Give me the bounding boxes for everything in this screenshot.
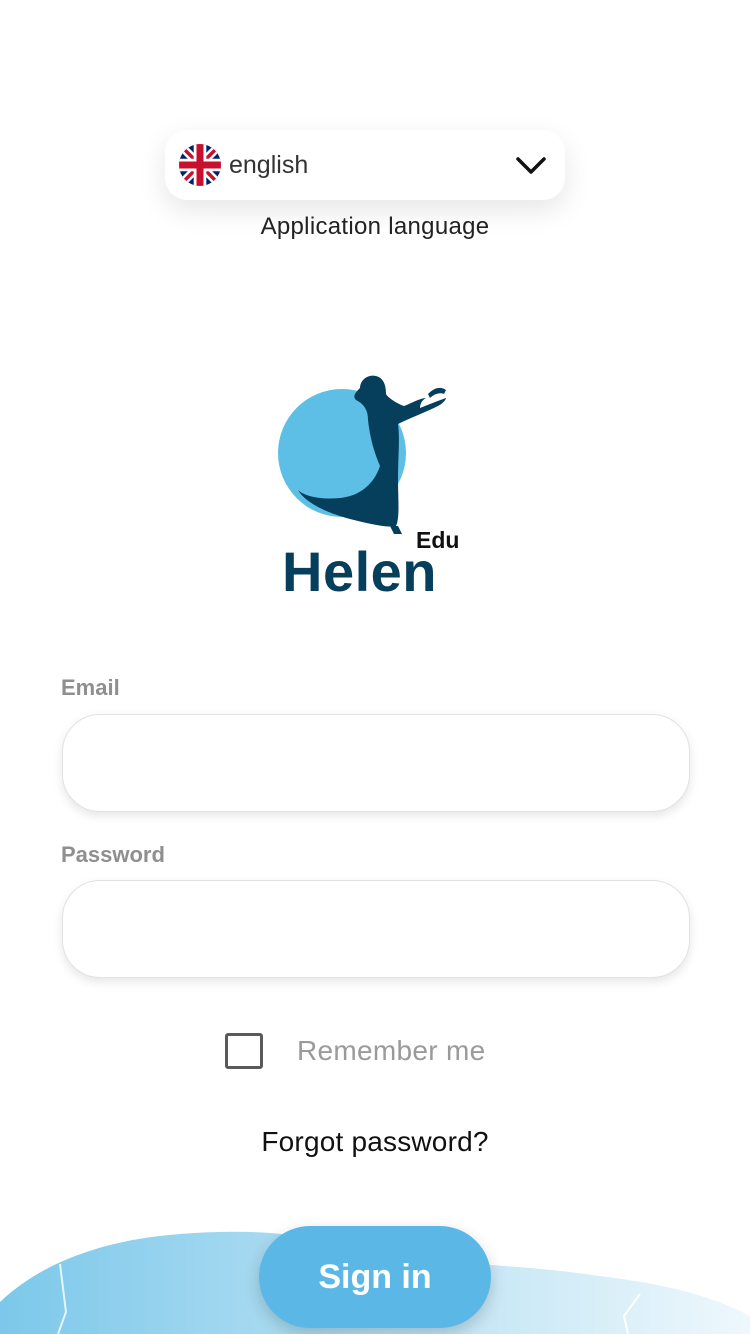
language-value: english bbox=[229, 150, 309, 179]
email-field[interactable] bbox=[62, 714, 690, 812]
login-screen: english Application language Edu Helen E… bbox=[0, 0, 750, 1334]
chevron-down-icon bbox=[515, 149, 547, 181]
language-caption: Application language bbox=[260, 213, 490, 240]
remember-me-row[interactable]: Remember me bbox=[225, 1033, 485, 1069]
logo-name: Helen bbox=[282, 540, 437, 603]
uk-flag-icon bbox=[179, 144, 221, 186]
language-select[interactable]: english bbox=[165, 130, 565, 200]
email-label: Email bbox=[61, 675, 120, 700]
remember-me-label[interactable]: Remember me bbox=[297, 1035, 485, 1067]
sign-in-button[interactable]: Sign in bbox=[259, 1226, 491, 1328]
password-label: Password bbox=[61, 842, 165, 867]
helen-edu-logo: Edu Helen bbox=[270, 368, 480, 600]
remember-me-checkbox[interactable] bbox=[225, 1033, 263, 1069]
forgot-password-link[interactable]: Forgot password? bbox=[0, 1126, 750, 1158]
password-field[interactable] bbox=[62, 880, 690, 978]
